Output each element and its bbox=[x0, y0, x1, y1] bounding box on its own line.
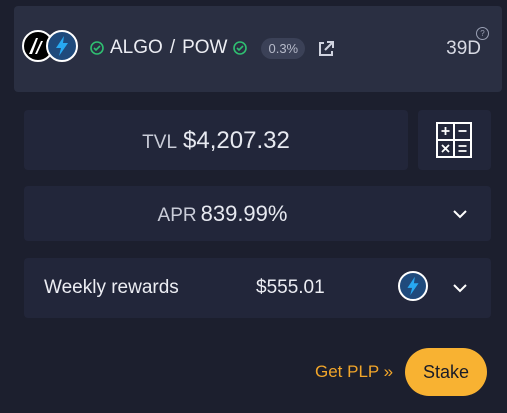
apr-label: APR bbox=[157, 205, 197, 226]
pair-separator: / bbox=[169, 37, 176, 58]
verified-check-icon bbox=[90, 41, 104, 55]
pair-icons bbox=[22, 30, 82, 66]
weekly-rewards-panel[interactable]: Weekly rewards $555.01 bbox=[24, 258, 491, 318]
chevron-down-icon[interactable] bbox=[452, 283, 468, 293]
calculator-button[interactable] bbox=[418, 110, 491, 170]
tvl-label: TVL bbox=[142, 132, 178, 153]
get-plp-link[interactable]: Get PLP » bbox=[315, 362, 393, 382]
external-link-icon[interactable] bbox=[316, 39, 336, 59]
apr-panel[interactable]: APR 839.99% bbox=[24, 186, 491, 241]
verified-check-icon bbox=[233, 41, 248, 55]
weekly-rewards-label: Weekly rewards bbox=[44, 277, 179, 298]
calculator-icon bbox=[436, 122, 472, 158]
fee-badge: 0.3% bbox=[261, 37, 306, 59]
stake-button[interactable]: Stake bbox=[405, 348, 487, 396]
chevron-down-icon[interactable] bbox=[452, 209, 468, 219]
weekly-rewards-value: $555.01 bbox=[256, 277, 325, 298]
pow-token-icon bbox=[398, 271, 428, 301]
tvl-panel: TVL $4,207.32 bbox=[24, 110, 408, 170]
pool-pair-title: ALGO / POW 0.3% bbox=[90, 37, 306, 59]
apr-value: 839.99% bbox=[200, 201, 288, 226]
pow-token-icon bbox=[46, 30, 78, 62]
token-b-symbol: POW bbox=[182, 37, 228, 58]
token-a-symbol: ALGO bbox=[110, 37, 163, 58]
tvl-value: $4,207.32 bbox=[183, 127, 290, 154]
days-remaining: 39D bbox=[446, 38, 481, 59]
